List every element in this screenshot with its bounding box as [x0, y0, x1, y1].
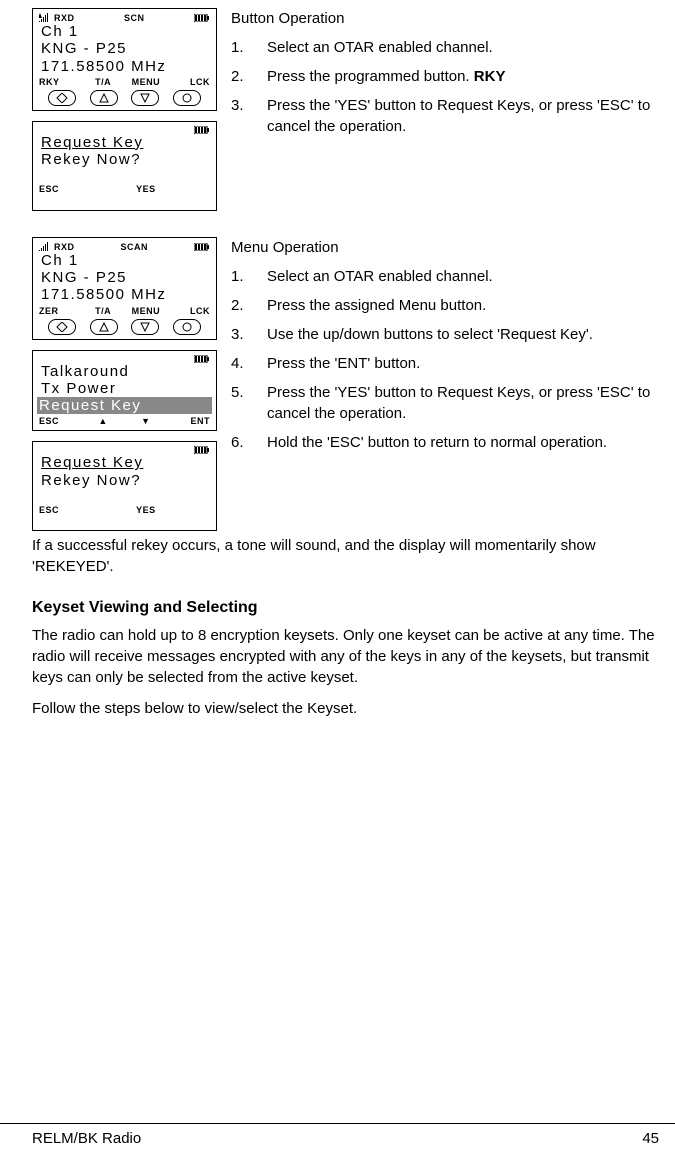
- signal-icon: RXD: [39, 13, 75, 23]
- rky-label: RKY: [474, 68, 506, 85]
- softkey-row: RKY T/A MENU LCK: [39, 77, 210, 87]
- button-row: [39, 319, 210, 335]
- lcd-request-title: Request Key: [39, 134, 210, 151]
- lcd-line-channel: Ch 1: [39, 252, 210, 269]
- lcd-screen-request-2: Request Key Rekey Now? ESC YES: [32, 441, 217, 531]
- softkey-ta: T/A: [82, 306, 125, 316]
- lcd-line-mode: KNG - P25: [39, 40, 210, 57]
- status-scn: SCN: [124, 13, 145, 23]
- button-row: [39, 90, 210, 106]
- lcd-line-freq: 171.58500 MHz: [39, 286, 210, 303]
- circle-button-icon: [173, 90, 201, 106]
- menu-item-txpower: Tx Power: [39, 380, 210, 397]
- footer-page-number: 45: [642, 1130, 659, 1147]
- softkey-lck: LCK: [167, 77, 210, 87]
- softkey-ta: T/A: [82, 77, 125, 87]
- lcd-screen-main-1: RXD SCN Ch 1 KNG - P25 171.58500 MHz RKY…: [32, 8, 217, 111]
- lcd-request-title: Request Key: [39, 454, 210, 471]
- battery-icon: [194, 126, 210, 134]
- softkey-lck: LCK: [167, 306, 210, 316]
- battery-icon: [194, 14, 210, 22]
- softkey-row: ESC YES: [39, 184, 210, 194]
- softkey-zer: ZER: [39, 306, 82, 316]
- battery-icon: [194, 355, 210, 363]
- circle-button-icon: [173, 319, 201, 335]
- battery-icon: [194, 446, 210, 454]
- lcd-request-prompt: Rekey Now?: [39, 151, 210, 168]
- softkey-esc: ESC: [39, 416, 82, 426]
- up-button-icon: [90, 90, 118, 106]
- softkey-row: ESC ▲ ▼ ENT: [39, 416, 210, 426]
- page-footer: RELM/BK Radio 45: [0, 1123, 675, 1157]
- menu-op-title: Menu Operation: [231, 237, 659, 258]
- softkey-down: ▼: [125, 416, 168, 426]
- softkey-yes: YES: [125, 505, 168, 515]
- lcd-screen-request-1: Request Key Rekey Now? ESC YES: [32, 121, 217, 211]
- diamond-button-icon: [48, 90, 76, 106]
- menu-item-request-key-selected: Request Key: [37, 397, 212, 414]
- keyset-p1: The radio can hold up to 8 encryption ke…: [32, 625, 659, 688]
- softkey-up: ▲: [82, 416, 125, 426]
- footer-left: RELM/BK Radio: [32, 1130, 141, 1147]
- keyset-heading: Keyset Viewing and Selecting: [32, 599, 659, 617]
- lcd-screen-menu: Talkaround Tx Power Request Key ESC ▲ ▼ …: [32, 350, 217, 432]
- softkey-menu: MENU: [125, 77, 168, 87]
- softkey-row: ESC YES: [39, 505, 210, 515]
- lcd-screen-main-2: RXD SCAN Ch 1 KNG - P25 171.58500 MHz ZE…: [32, 237, 217, 340]
- lcd-request-prompt: Rekey Now?: [39, 472, 210, 489]
- up-button-icon: [90, 319, 118, 335]
- status-scan: SCAN: [121, 242, 149, 252]
- menu-item-talkaround: Talkaround: [39, 363, 210, 380]
- rekey-success-note: If a successful rekey occurs, a tone wil…: [32, 535, 659, 577]
- keyset-p2: Follow the steps below to view/select th…: [32, 698, 659, 719]
- button-op-title: Button Operation: [231, 8, 659, 29]
- softkey-ent: ENT: [167, 416, 210, 426]
- lcd-line-freq: 171.58500 MHz: [39, 58, 210, 75]
- down-button-icon: [131, 319, 159, 335]
- softkey-esc: ESC: [39, 505, 82, 515]
- lcd-line-mode: KNG - P25: [39, 269, 210, 286]
- down-button-icon: [131, 90, 159, 106]
- softkey-yes: YES: [125, 184, 168, 194]
- softkey-menu: MENU: [125, 306, 168, 316]
- diamond-button-icon: [48, 319, 76, 335]
- status-rxd: RXD: [54, 242, 75, 252]
- status-rxd: RXD: [54, 13, 75, 23]
- softkey-esc: ESC: [39, 184, 82, 194]
- softkey-rky: RKY: [39, 77, 82, 87]
- battery-icon: [194, 243, 210, 251]
- menu-op-steps: 1.Select an OTAR enabled channel. 2.Pres…: [231, 266, 659, 453]
- lcd-line-channel: Ch 1: [39, 23, 210, 40]
- button-op-steps: 1.Select an OTAR enabled channel. 2.Pres…: [231, 37, 659, 137]
- signal-icon: RXD: [39, 242, 75, 252]
- softkey-row: ZER T/A MENU LCK: [39, 306, 210, 316]
